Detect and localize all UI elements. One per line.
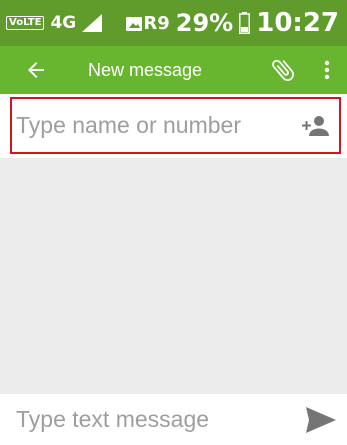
add-contact-icon[interactable] (301, 114, 331, 138)
page-title: New message (88, 59, 203, 80)
back-arrow-icon[interactable] (24, 58, 48, 82)
volte-badge: VoLTE (6, 16, 45, 30)
signal-icon (82, 14, 103, 32)
conversation-area (0, 158, 347, 394)
compose-row (0, 394, 347, 445)
recipient-row (10, 97, 341, 154)
status-bar: VoLTE 4G R9 29% 10:27 (0, 0, 347, 46)
compose-input[interactable] (0, 406, 280, 433)
more-vert-icon[interactable] (323, 59, 331, 81)
paperclip-icon[interactable] (269, 56, 297, 84)
recipient-input[interactable] (12, 112, 282, 139)
app-bar: New message (0, 46, 347, 94)
image-notification-icon (126, 16, 143, 31)
battery-percent: 29% (175, 9, 234, 37)
battery-icon (239, 12, 251, 34)
clock: 10:27 (256, 8, 339, 38)
status-bar-left: VoLTE 4G (0, 13, 143, 33)
send-icon[interactable] (305, 406, 337, 434)
carrier-label: R9 (143, 12, 170, 34)
network-type: 4G (50, 13, 77, 33)
status-bar-right: R9 29% 10:27 (143, 8, 347, 38)
